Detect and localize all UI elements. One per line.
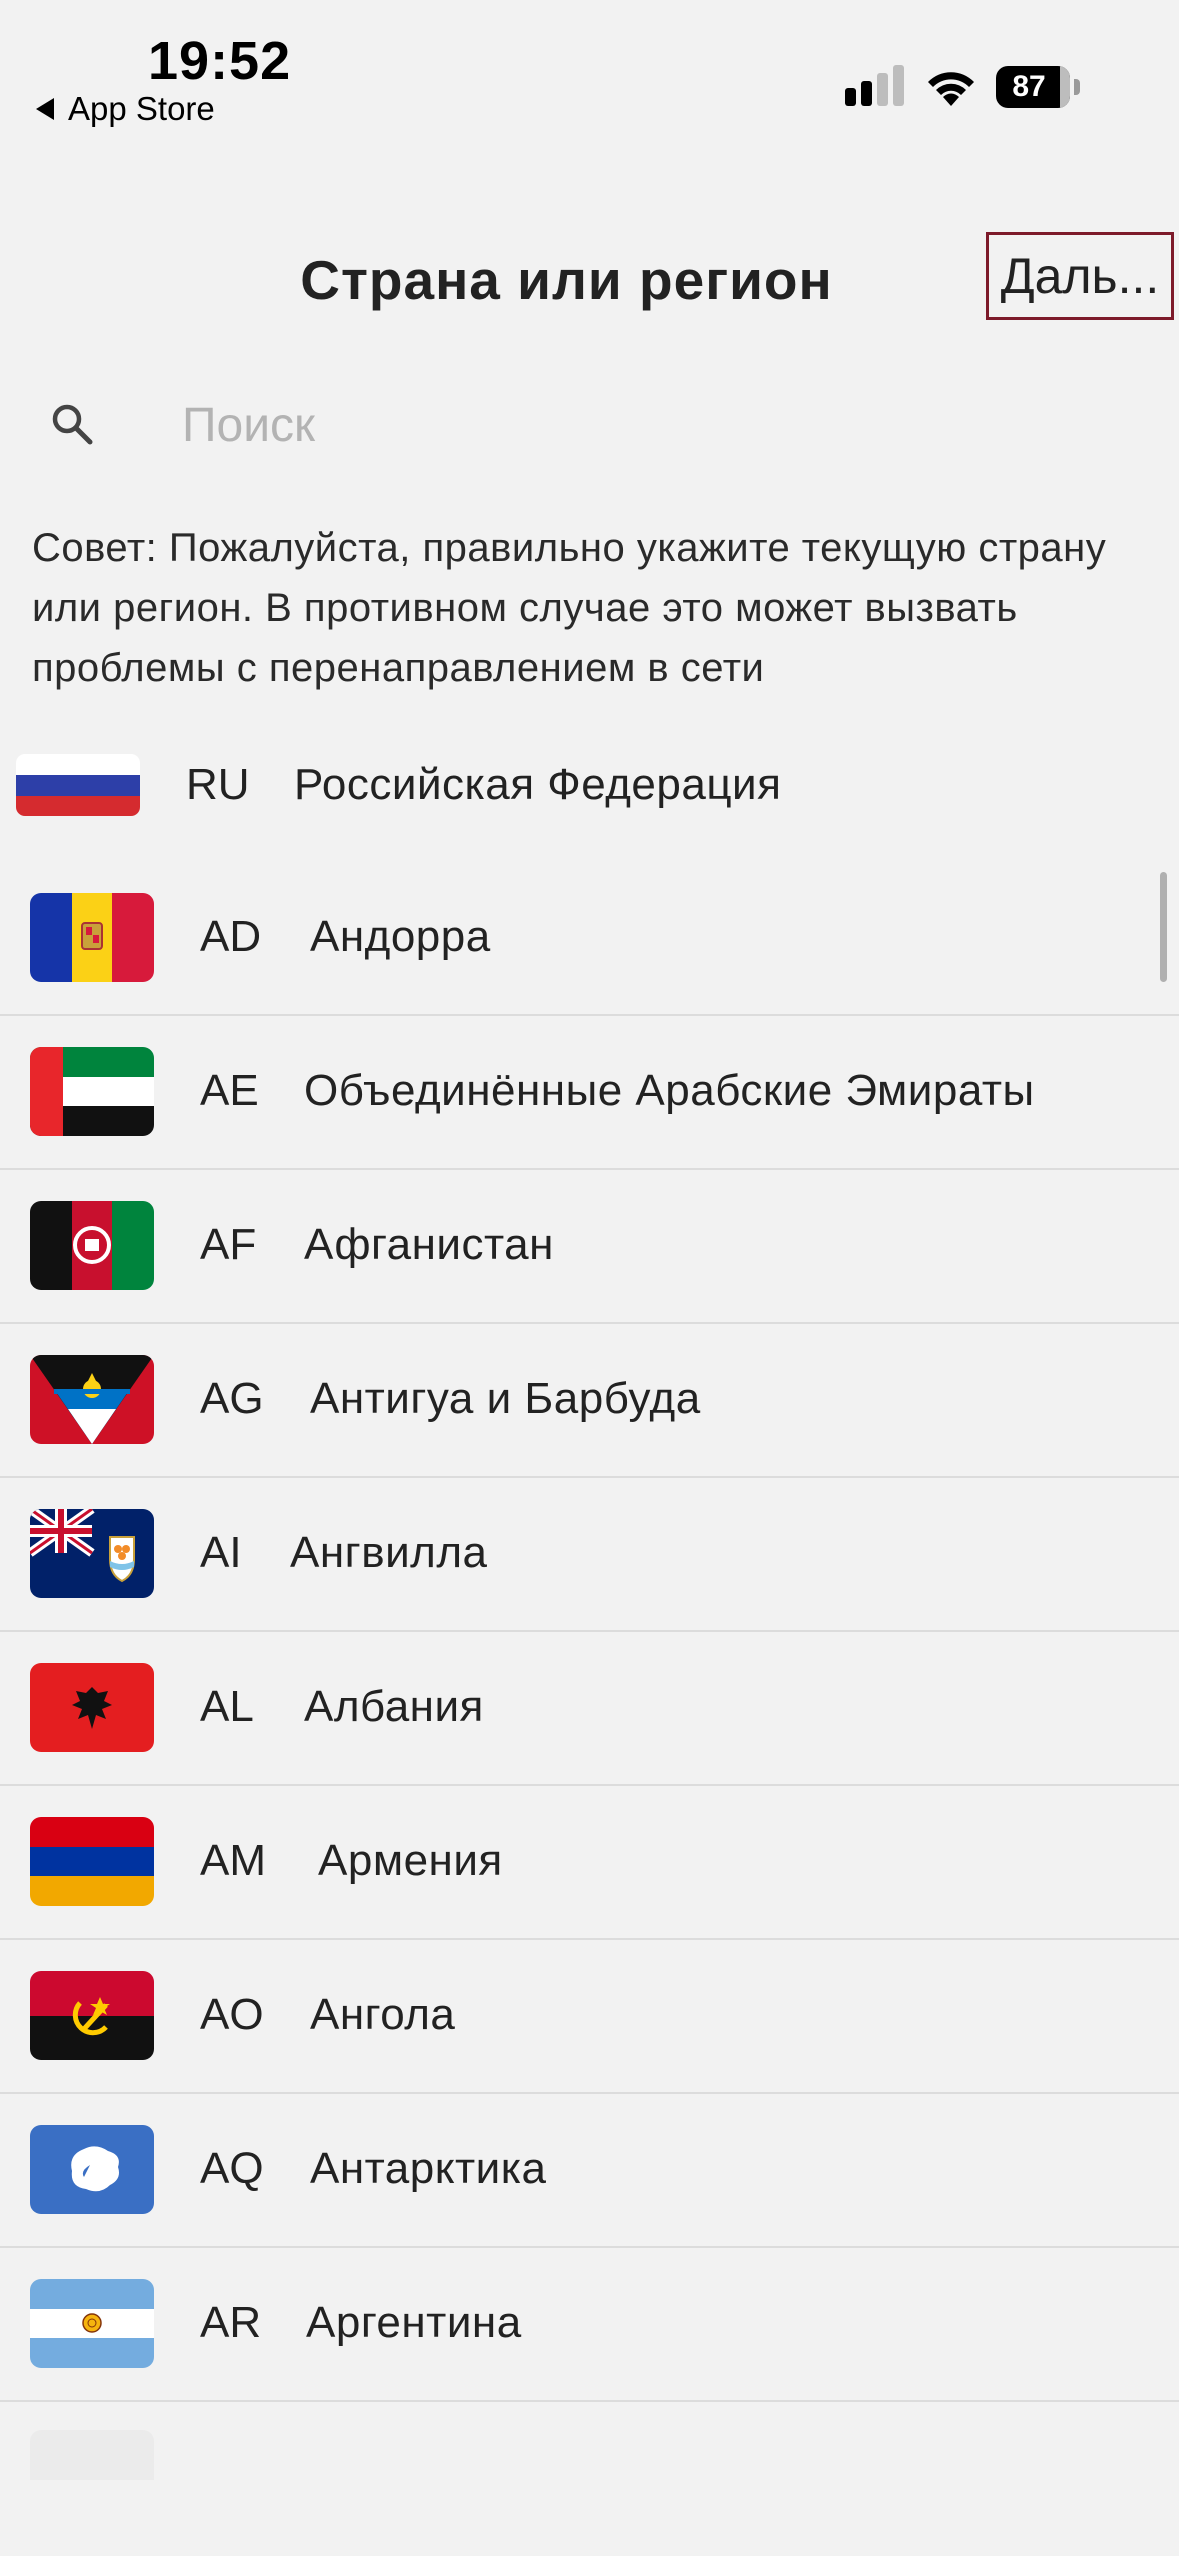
country-row-al[interactable]: AL Албания bbox=[0, 1632, 1179, 1786]
status-bar: 19:52 App Store 87 bbox=[0, 0, 1179, 140]
back-arrow-icon bbox=[36, 98, 54, 120]
next-button[interactable]: Даль... bbox=[986, 232, 1174, 320]
partial-next-row bbox=[0, 2420, 1179, 2480]
country-name: Антарктика bbox=[310, 2144, 547, 2193]
country-name: Афганистан bbox=[304, 1220, 554, 1269]
flag-af-icon bbox=[30, 1201, 154, 1290]
country-name: Андорра bbox=[310, 912, 491, 961]
country-code: AD bbox=[200, 912, 262, 961]
country-code: AQ bbox=[200, 2144, 264, 2193]
tip-text: Совет: Пожалуйста, правильно укажите тек… bbox=[32, 526, 1107, 690]
country-name: Армения bbox=[318, 1836, 503, 1885]
flag-ru-icon bbox=[16, 754, 140, 816]
country-name: Российская Федерация bbox=[294, 760, 782, 809]
country-code: RU bbox=[186, 760, 250, 809]
country-name: Ангола bbox=[310, 1990, 456, 2039]
country-code: AE bbox=[200, 1066, 259, 1115]
search-icon bbox=[52, 404, 93, 445]
country-code: AI bbox=[200, 1528, 242, 1577]
country-row-ad[interactable]: AD Андорра bbox=[0, 862, 1179, 1016]
search-input[interactable] bbox=[182, 394, 1082, 456]
flag-al-icon bbox=[30, 1663, 154, 1752]
flag-ar-icon bbox=[30, 2279, 154, 2368]
battery-icon: 87 bbox=[996, 66, 1080, 108]
current-country-row[interactable]: RU Российская Федерация bbox=[0, 740, 1179, 830]
country-row-am[interactable]: AM Армения bbox=[0, 1786, 1179, 1940]
flag-placeholder-icon bbox=[30, 2430, 154, 2480]
country-code: AL bbox=[200, 1682, 254, 1731]
flag-am-icon bbox=[30, 1817, 154, 1906]
country-name: Объединённые Арабские Эмираты bbox=[304, 1066, 1035, 1115]
flag-ad-icon bbox=[30, 893, 154, 982]
back-to-app-store[interactable]: App Store bbox=[36, 90, 215, 128]
flag-ai-icon bbox=[30, 1509, 154, 1598]
country-row-ar[interactable]: AR Аргентина bbox=[0, 2248, 1179, 2402]
country-row-af[interactable]: AF Афганистан bbox=[0, 1170, 1179, 1324]
search-bar bbox=[0, 380, 1179, 470]
cellular-signal-icon bbox=[845, 65, 904, 106]
country-code: AR bbox=[200, 2298, 262, 2347]
flag-ag-icon bbox=[30, 1355, 154, 1444]
page-title: Страна или регион bbox=[300, 249, 833, 311]
country-code: AF bbox=[200, 1220, 257, 1269]
country-name: Ангвилла bbox=[290, 1528, 488, 1577]
country-code: AG bbox=[200, 1374, 264, 1423]
country-code: AO bbox=[200, 1990, 264, 2039]
country-list: AD Андорра AE Объединённые Арабские Эмир… bbox=[0, 862, 1179, 2402]
country-row-ae[interactable]: AE Объединённые Арабские Эмираты bbox=[0, 1016, 1179, 1170]
country-code: AM bbox=[200, 1836, 266, 1885]
country-name: Албания bbox=[304, 1682, 484, 1731]
wifi-icon bbox=[928, 72, 974, 106]
country-row-aq[interactable]: AQ Антарктика bbox=[0, 2094, 1179, 2248]
country-row-ao[interactable]: AO Ангола bbox=[0, 1940, 1179, 2094]
flag-ae-icon bbox=[30, 1047, 154, 1136]
status-time: 19:52 bbox=[148, 31, 292, 91]
flag-aq-icon bbox=[30, 2125, 154, 2214]
back-app-label: App Store bbox=[68, 90, 215, 127]
battery-level: 87 bbox=[1012, 70, 1046, 103]
country-name: Антигуа и Барбуда bbox=[310, 1374, 701, 1423]
flag-ao-icon bbox=[30, 1971, 154, 2060]
country-name: Аргентина bbox=[306, 2298, 522, 2347]
country-row-ag[interactable]: AG Антигуа и Барбуда bbox=[0, 1324, 1179, 1478]
country-row-ai[interactable]: AI Ангвилла bbox=[0, 1478, 1179, 1632]
